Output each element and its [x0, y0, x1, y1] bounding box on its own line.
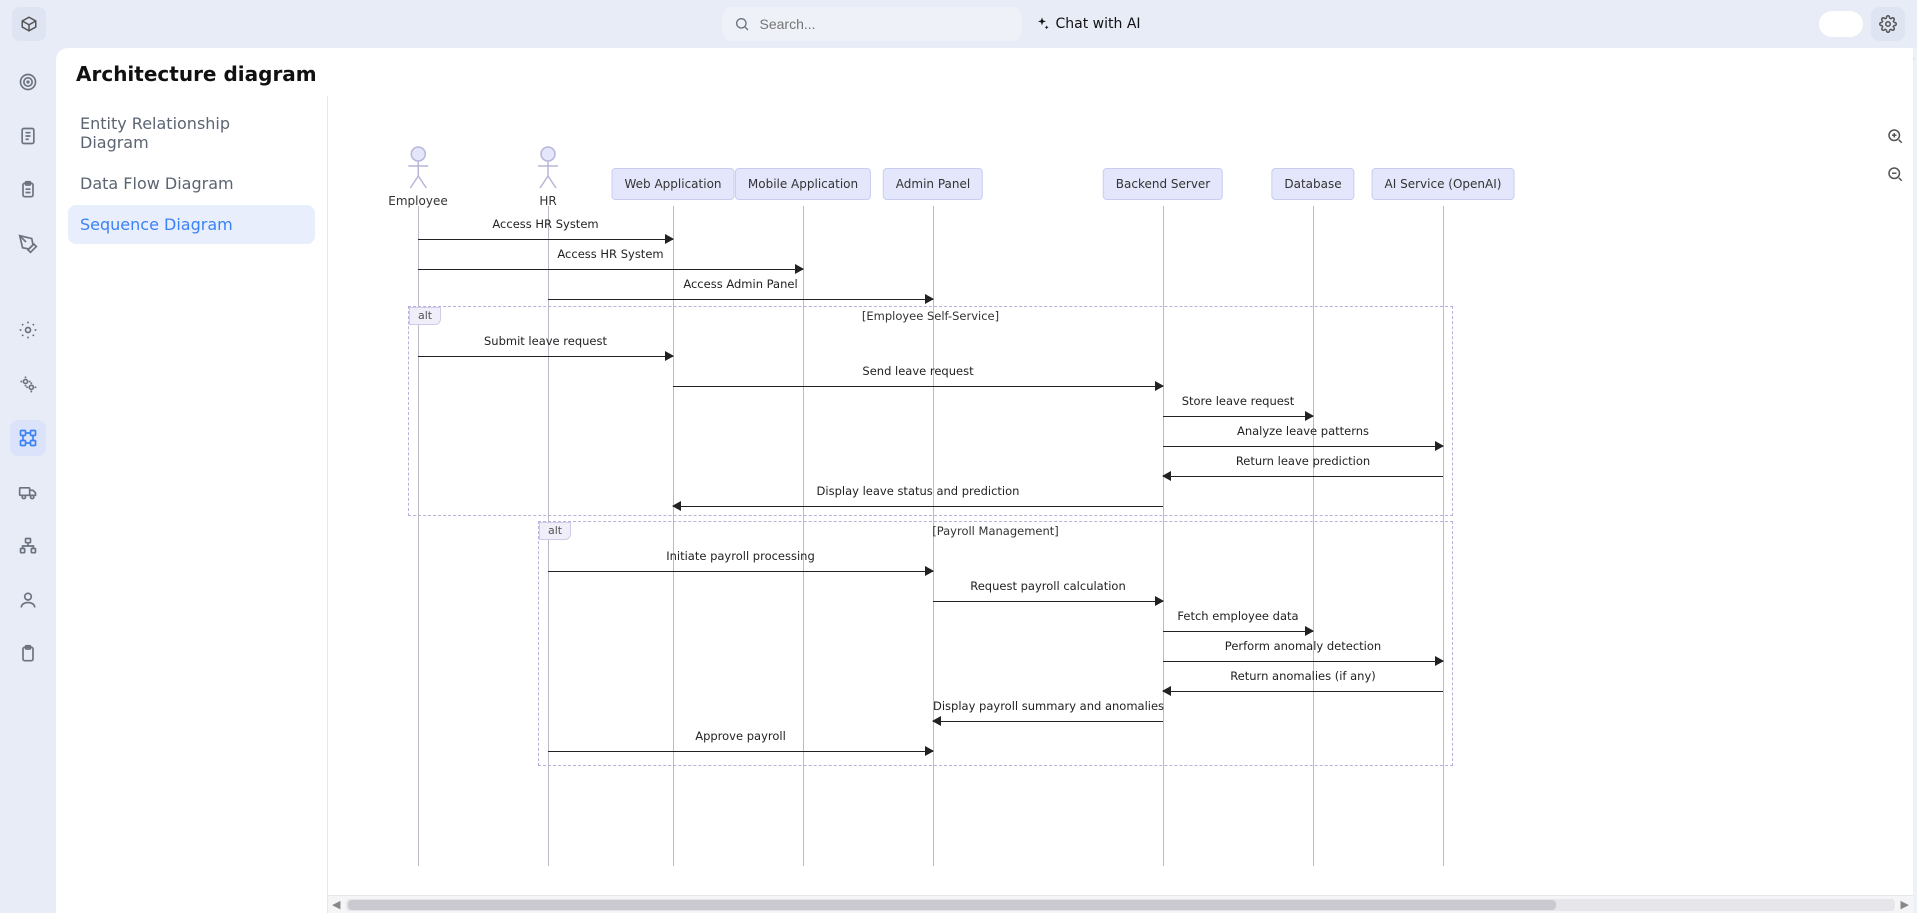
- zoom-in-icon: [1886, 127, 1904, 145]
- message: Display payroll summary and anomalies: [933, 713, 1163, 729]
- message-label: Analyze leave patterns: [1163, 424, 1443, 438]
- left-rail: [0, 48, 56, 913]
- message-label: Return anomalies (if any): [1163, 669, 1443, 683]
- message-label: Submit leave request: [418, 334, 673, 348]
- actor-employee: Employee: [388, 146, 447, 208]
- gear-icon: [18, 320, 38, 340]
- zoom-out-button[interactable]: [1881, 160, 1909, 188]
- horizontal-scrollbar[interactable]: ◀ ▶: [328, 895, 1913, 913]
- zoom-controls: [1881, 122, 1909, 188]
- truck-icon: [18, 482, 38, 502]
- message-label: Access Admin Panel: [548, 277, 933, 291]
- rail-paste-icon[interactable]: [10, 636, 46, 672]
- search-input[interactable]: [758, 15, 1010, 33]
- message: Submit leave request: [418, 348, 673, 364]
- org-icon: [18, 536, 38, 556]
- document-icon: [18, 126, 38, 146]
- rail-flow-icon[interactable]: [10, 420, 46, 456]
- sparkle-icon: [1034, 16, 1050, 32]
- message: Access Admin Panel: [548, 291, 933, 307]
- flow-icon: [18, 428, 38, 448]
- diagram-canvas[interactable]: Employee HR Web ApplicationMobile Applicat…: [328, 96, 1913, 913]
- rail-target-icon[interactable]: [10, 64, 46, 100]
- chat-ai-label: Chat with AI: [1056, 16, 1141, 32]
- clipboard-icon: [18, 180, 38, 200]
- scroll-left-arrow[interactable]: ◀: [332, 898, 340, 911]
- participant-backend: Backend Server: [1103, 168, 1223, 200]
- message-label: Display leave status and prediction: [673, 484, 1163, 498]
- rail-gear-settings-icon[interactable]: [10, 366, 46, 402]
- rail-gear-icon[interactable]: [10, 312, 46, 348]
- message: Access HR System: [418, 231, 673, 247]
- participant-mobile: Mobile Application: [735, 168, 871, 200]
- target-icon: [18, 72, 38, 92]
- message: Fetch employee data: [1163, 623, 1313, 639]
- scroll-right-arrow[interactable]: ▶: [1901, 898, 1909, 911]
- message: Approve payroll: [548, 743, 933, 759]
- rail-pen-icon[interactable]: [10, 226, 46, 262]
- message: Store leave request: [1163, 408, 1313, 424]
- message-label: Access HR System: [418, 247, 803, 261]
- user-icon: [18, 590, 38, 610]
- page-title: Architecture diagram: [56, 48, 1913, 96]
- message: Return leave prediction: [1163, 468, 1443, 484]
- main-panel: Architecture diagram Entity Relationship…: [56, 48, 1913, 913]
- diagram-type-item[interactable]: Entity Relationship Diagram: [68, 104, 315, 162]
- lifeline-employee: [418, 206, 419, 866]
- message-label: Access HR System: [418, 217, 673, 231]
- rail-document-icon[interactable]: [10, 118, 46, 154]
- message-label: Return leave prediction: [1163, 454, 1443, 468]
- app-logo-button[interactable]: [12, 7, 46, 41]
- pen-icon: [18, 234, 38, 254]
- chat-ai-button[interactable]: Chat with AI: [1034, 7, 1144, 41]
- participant-admin: Admin Panel: [883, 168, 983, 200]
- message: Initiate payroll processing: [548, 563, 933, 579]
- rail-clipboard-icon[interactable]: [10, 172, 46, 208]
- actor-label: HR: [533, 194, 563, 208]
- scroll-thumb[interactable]: [348, 900, 1555, 910]
- message-label: Approve payroll: [548, 729, 933, 743]
- fragment-label: [Payroll Management]: [539, 524, 1452, 538]
- message-label: Fetch employee data: [1163, 609, 1313, 623]
- message-label: Display payroll summary and anomalies: [933, 699, 1163, 713]
- message: Access HR System: [418, 261, 803, 277]
- actor-hr: HR: [533, 146, 563, 208]
- rail-truck-icon[interactable]: [10, 474, 46, 510]
- settings-button[interactable]: [1871, 7, 1905, 41]
- message: Request payroll calculation: [933, 593, 1163, 609]
- message: Analyze leave patterns: [1163, 438, 1443, 454]
- zoom-in-button[interactable]: [1881, 122, 1909, 150]
- message-label: Store leave request: [1163, 394, 1313, 408]
- diagram-type-item[interactable]: Sequence Diagram: [68, 205, 315, 244]
- diagram-type-list: Entity Relationship DiagramData Flow Dia…: [56, 96, 328, 913]
- participant-ai: AI Service (OpenAI): [1372, 168, 1515, 200]
- message-label: Request payroll calculation: [933, 579, 1163, 593]
- gear-icon: [1879, 15, 1897, 33]
- message: Perform anomaly detection: [1163, 653, 1443, 669]
- rail-org-icon[interactable]: [10, 528, 46, 564]
- message-label: Initiate payroll processing: [548, 549, 933, 563]
- message-label: Perform anomaly detection: [1163, 639, 1443, 653]
- search-icon: [734, 16, 750, 32]
- message: Return anomalies (if any): [1163, 683, 1443, 699]
- diagram-type-item[interactable]: Data Flow Diagram: [68, 164, 315, 203]
- paste-icon: [18, 644, 38, 664]
- actor-label: Employee: [388, 194, 447, 208]
- message-label: Send leave request: [673, 364, 1163, 378]
- rail-user-icon[interactable]: [10, 582, 46, 618]
- search-box[interactable]: [722, 7, 1022, 41]
- zoom-out-icon: [1886, 165, 1904, 183]
- participant-db: Database: [1271, 168, 1354, 200]
- participant-web: Web Application: [611, 168, 734, 200]
- sequence-diagram: Employee HR Web ApplicationMobile Applicat…: [388, 126, 1588, 886]
- gear-settings-icon: [18, 374, 38, 394]
- cube-icon: [20, 15, 38, 33]
- top-bar: Chat with AI: [0, 0, 1917, 48]
- theme-toggle[interactable]: [1819, 11, 1863, 37]
- message: Display leave status and prediction: [673, 498, 1163, 514]
- fragment-label: [Employee Self-Service]: [409, 309, 1452, 323]
- message: Send leave request: [673, 378, 1163, 394]
